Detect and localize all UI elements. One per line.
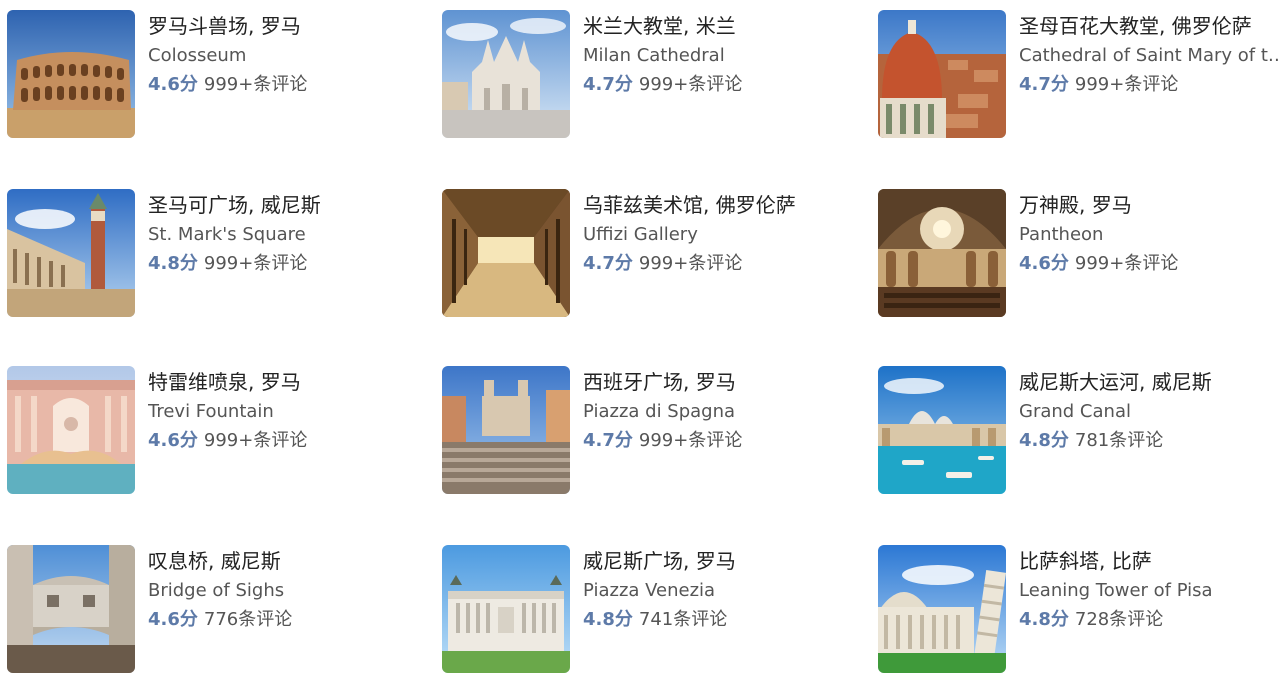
attraction-name-en: Trevi Fountain — [148, 401, 274, 422]
rating-score: 4.8分 — [1019, 430, 1069, 451]
attraction-name-cn[interactable]: 西班牙广场, 罗马 — [583, 368, 855, 396]
attraction-card-grand-canal[interactable]: 威尼斯大运河, 威尼斯 Grand Canal 4.8分 781条评论 — [878, 366, 1280, 496]
attraction-name-en: Pantheon — [1019, 224, 1104, 245]
fountain-photo-icon[interactable] — [7, 366, 135, 494]
attraction-name-cn[interactable]: 威尼斯大运河, 威尼斯 — [1019, 368, 1280, 396]
attraction-name-cn[interactable]: 威尼斯广场, 罗马 — [583, 547, 855, 575]
rating-score: 4.7分 — [1019, 74, 1069, 95]
review-count[interactable]: 999+条评论 — [204, 74, 307, 95]
rating-row: 4.8分 781条评论 — [1019, 427, 1280, 455]
attraction-name-en: Piazza Venezia — [583, 580, 716, 601]
review-count[interactable]: 999+条评论 — [639, 74, 742, 95]
steps-photo-icon[interactable] — [442, 366, 570, 494]
attraction-card-pantheon[interactable]: 万神殿, 罗马 Pantheon 4.6分 999+条评论 — [878, 189, 1280, 319]
pantheon-photo-icon[interactable] — [878, 189, 1006, 317]
colosseum-photo-icon[interactable] — [7, 10, 135, 138]
rating-score: 4.7分 — [583, 74, 633, 95]
review-count[interactable]: 999+条评论 — [1075, 74, 1178, 95]
rating-score: 4.8分 — [148, 253, 198, 274]
cathedral-photo-icon[interactable] — [442, 10, 570, 138]
attraction-card-florence-cathedral[interactable]: 圣母百花大教堂, 佛罗伦萨 Cathedral of Saint Mary of… — [878, 10, 1280, 140]
attraction-card-st-marks-square[interactable]: 圣马可广场, 威尼斯 St. Mark's Square 4.8分 999+条评论 — [7, 189, 427, 319]
rating-row: 4.8分 741条评论 — [583, 606, 855, 634]
attraction-grid: 罗马斗兽场, 罗马 Colosseum 4.6分 999+条评论 米兰大教堂, 米… — [0, 0, 1280, 682]
attraction-card-piazza-venezia[interactable]: 威尼斯广场, 罗马 Piazza Venezia 4.8分 741条评论 — [442, 545, 862, 675]
attraction-name-en: Grand Canal — [1019, 401, 1131, 422]
attraction-name-cn[interactable]: 乌菲兹美术馆, 佛罗伦萨 — [583, 191, 855, 219]
attraction-name-en: Milan Cathedral — [583, 45, 725, 66]
attraction-card-bridge-of-sighs[interactable]: 叹息桥, 威尼斯 Bridge of Sighs 4.6分 776条评论 — [7, 545, 427, 675]
attraction-name-en: Piazza di Spagna — [583, 401, 736, 422]
rating-row: 4.6分 776条评论 — [148, 606, 420, 634]
attraction-name-en: Uffizi Gallery — [583, 224, 698, 245]
attraction-name-cn[interactable]: 米兰大教堂, 米兰 — [583, 12, 855, 40]
review-count[interactable]: 999+条评论 — [204, 253, 307, 274]
rating-score: 4.8分 — [583, 609, 633, 630]
rating-score: 4.6分 — [148, 430, 198, 451]
review-count[interactable]: 728条评论 — [1075, 609, 1163, 630]
rating-score: 4.7分 — [583, 253, 633, 274]
attraction-name-cn[interactable]: 罗马斗兽场, 罗马 — [148, 12, 420, 40]
attraction-name-en: Leaning Tower of Pisa — [1019, 580, 1213, 601]
review-count[interactable]: 999+条评论 — [639, 430, 742, 451]
attraction-name-cn[interactable]: 特雷维喷泉, 罗马 — [148, 368, 420, 396]
bridge-photo-icon[interactable] — [7, 545, 135, 673]
rating-row: 4.7分 999+条评论 — [583, 71, 855, 99]
rating-row: 4.7分 999+条评论 — [583, 250, 855, 278]
review-count[interactable]: 999+条评论 — [639, 253, 742, 274]
attraction-name-cn[interactable]: 圣马可广场, 威尼斯 — [148, 191, 420, 219]
rating-score: 4.6分 — [148, 74, 198, 95]
review-count[interactable]: 741条评论 — [639, 609, 727, 630]
rating-row: 4.8分 728条评论 — [1019, 606, 1280, 634]
rating-score: 4.6分 — [1019, 253, 1069, 274]
attraction-card-trevi-fountain[interactable]: 特雷维喷泉, 罗马 Trevi Fountain 4.6分 999+条评论 — [7, 366, 427, 496]
bell-tower-photo-icon[interactable] — [7, 189, 135, 317]
review-count[interactable]: 999+条评论 — [1075, 253, 1178, 274]
attraction-card-spanish-steps[interactable]: 西班牙广场, 罗马 Piazza di Spagna 4.7分 999+条评论 — [442, 366, 862, 496]
dome-photo-icon[interactable] — [878, 10, 1006, 138]
tower-photo-icon[interactable] — [878, 545, 1006, 673]
attraction-name-en: Colosseum — [148, 45, 247, 66]
rating-row: 4.6分 999+条评论 — [148, 71, 420, 99]
attraction-name-en: Cathedral of Saint Mary of the Flower — [1019, 45, 1280, 66]
rating-score: 4.7分 — [583, 430, 633, 451]
rating-row: 4.6分 999+条评论 — [1019, 250, 1280, 278]
attraction-name-en: St. Mark's Square — [148, 224, 306, 245]
attraction-name-cn[interactable]: 圣母百花大教堂, 佛罗伦萨 — [1019, 12, 1280, 40]
rating-row: 4.8分 999+条评论 — [148, 250, 420, 278]
review-count[interactable]: 776条评论 — [204, 609, 292, 630]
rating-row: 4.7分 999+条评论 — [1019, 71, 1280, 99]
review-count[interactable]: 781条评论 — [1075, 430, 1163, 451]
rating-row: 4.7分 999+条评论 — [583, 427, 855, 455]
attraction-name-cn[interactable]: 比萨斜塔, 比萨 — [1019, 547, 1280, 575]
attraction-card-leaning-tower-of-pisa[interactable]: 比萨斜塔, 比萨 Leaning Tower of Pisa 4.8分 728条评… — [878, 545, 1280, 675]
monument-photo-icon[interactable] — [442, 545, 570, 673]
rating-score: 4.6分 — [148, 609, 198, 630]
gallery-photo-icon[interactable] — [442, 189, 570, 317]
review-count[interactable]: 999+条评论 — [204, 430, 307, 451]
attraction-card-milan-cathedral[interactable]: 米兰大教堂, 米兰 Milan Cathedral 4.7分 999+条评论 — [442, 10, 862, 140]
rating-row: 4.6分 999+条评论 — [148, 427, 420, 455]
attraction-name-cn[interactable]: 叹息桥, 威尼斯 — [148, 547, 420, 575]
canal-photo-icon[interactable] — [878, 366, 1006, 494]
attraction-card-uffizi-gallery[interactable]: 乌菲兹美术馆, 佛罗伦萨 Uffizi Gallery 4.7分 999+条评论 — [442, 189, 862, 319]
rating-score: 4.8分 — [1019, 609, 1069, 630]
attraction-card-colosseum[interactable]: 罗马斗兽场, 罗马 Colosseum 4.6分 999+条评论 — [7, 10, 427, 140]
attraction-name-cn[interactable]: 万神殿, 罗马 — [1019, 191, 1280, 219]
attraction-name-en: Bridge of Sighs — [148, 580, 285, 601]
